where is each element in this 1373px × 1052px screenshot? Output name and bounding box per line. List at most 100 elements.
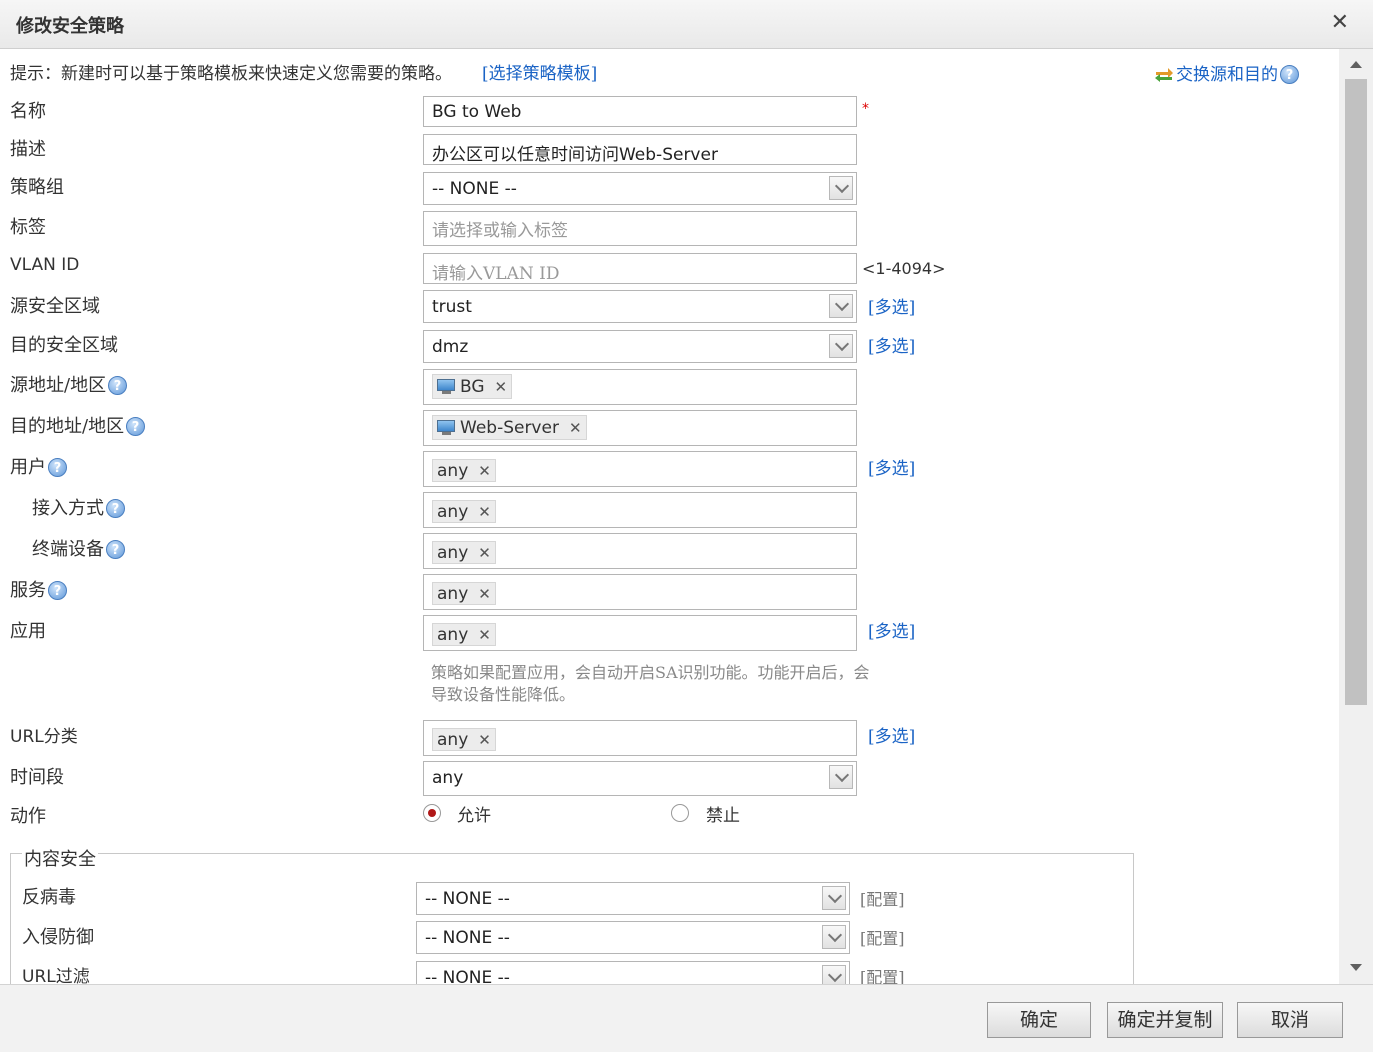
antivirus-value: -- NONE -- [425,889,510,909]
dst-addr-tag: Web-Server ✕ [432,415,587,440]
dialog-content: 提示：新建时可以基于策略模板来快速定义您需要的策略。 [选择策略模板] 交换源和… [0,49,1338,984]
swap-label: 交换源和目的 [1176,65,1278,85]
scroll-down-icon[interactable] [1350,964,1362,971]
src-zone-select[interactable]: trust [423,290,857,323]
deny-radio[interactable] [671,804,689,822]
src-zone-label: 源安全区域 [10,296,100,317]
user-label: 用户? [10,453,67,479]
url-cat-tag-text: any [437,730,469,750]
close-icon[interactable]: ✕ [1331,10,1349,35]
antivirus-config-link[interactable]: [配置] [860,886,905,910]
access-input[interactable]: any ✕ [423,492,857,528]
src-addr-input[interactable]: BG ✕ [423,369,857,405]
device-label-text: 终端设备 [32,539,104,560]
src-addr-label: 源地址/地区? [10,371,128,397]
remove-tag-icon[interactable]: ✕ [478,626,491,644]
vlan-input[interactable]: 请输入VLAN ID [423,253,857,284]
src-addr-tag-text: BG [460,377,485,397]
remove-tag-icon[interactable]: ✕ [478,462,491,480]
name-input[interactable]: BG to Web [423,96,857,127]
help-icon[interactable]: ? [106,499,125,518]
ok-button[interactable]: 确定 [987,1002,1091,1038]
allow-radio[interactable] [423,804,441,822]
help-icon[interactable]: ? [126,417,146,436]
src-addr-tag: BG ✕ [432,374,513,399]
chevron-down-icon[interactable] [829,765,853,789]
url-filter-config-link[interactable]: [配置] [860,964,905,984]
desc-input[interactable]: 办公区可以任意时间访问Web-Server [423,134,857,165]
remove-tag-icon[interactable]: ✕ [478,731,491,749]
url-filter-select[interactable]: -- NONE -- [416,961,850,984]
help-icon[interactable]: ? [48,458,67,477]
url-cat-input[interactable]: any ✕ [423,720,857,756]
device-input[interactable]: any ✕ [423,533,857,569]
swap-src-dst-link[interactable]: 交换源和目的? [1154,60,1299,85]
computer-icon [437,379,457,394]
antivirus-select[interactable]: -- NONE -- [416,882,850,915]
group-value: -- NONE -- [432,179,517,199]
service-input[interactable]: any ✕ [423,574,857,610]
dst-addr-label-text: 目的地址/地区 [10,416,125,437]
group-select[interactable]: -- NONE -- [423,172,857,205]
action-label: 动作 [10,806,46,827]
device-tag-text: any [437,543,469,563]
desc-value: 办公区可以任意时间访问Web-Server [432,145,718,165]
help-icon[interactable]: ? [48,581,67,600]
scrollbar-thumb[interactable] [1345,79,1367,705]
user-label-text: 用户 [10,457,46,478]
user-multi-link[interactable]: [多选] [868,454,915,479]
help-icon[interactable]: ? [108,376,128,395]
scroll-up-icon[interactable] [1350,61,1362,68]
swap-icon [1154,66,1174,82]
remove-tag-icon[interactable]: ✕ [495,378,508,396]
src-zone-value: trust [432,297,472,317]
chevron-down-icon[interactable] [822,886,846,910]
remove-tag-icon[interactable]: ✕ [478,585,491,603]
tag-placeholder: 请选择或输入标签 [432,221,568,241]
dst-zone-value: dmz [432,337,469,357]
chevron-down-icon[interactable] [822,965,846,984]
time-label: 时间段 [10,767,64,788]
app-multi-link[interactable]: [多选] [868,617,915,642]
user-tag-text: any [437,461,469,481]
time-value: any [432,768,464,788]
remove-tag-icon[interactable]: ✕ [478,544,491,562]
group-label: 策略组 [10,177,64,198]
chevron-down-icon[interactable] [829,334,853,358]
url-filter-label: URL过滤 [22,967,90,984]
ips-config-link[interactable]: [配置] [860,925,905,949]
dst-zone-multi-link[interactable]: [多选] [868,332,915,357]
dst-zone-select[interactable]: dmz [423,330,857,363]
remove-tag-icon[interactable]: ✕ [478,503,491,521]
remove-tag-icon[interactable]: ✕ [569,419,582,437]
device-tag: any ✕ [432,541,496,564]
help-icon[interactable]: ? [106,540,125,559]
desc-label: 描述 [10,139,46,160]
url-cat-tag: any ✕ [432,728,496,751]
vertical-scrollbar[interactable] [1339,49,1373,984]
time-select[interactable]: any [423,761,857,796]
select-template-link[interactable]: [选择策略模板] [482,59,597,84]
cancel-button[interactable]: 取消 [1237,1002,1343,1038]
vlan-placeholder: 请输入VLAN ID [432,264,560,284]
url-filter-value: -- NONE -- [425,968,510,984]
chevron-down-icon[interactable] [829,294,853,318]
chevron-down-icon[interactable] [829,176,853,200]
help-icon[interactable]: ? [1280,65,1299,84]
access-label-text: 接入方式 [32,498,104,519]
ok-copy-button[interactable]: 确定并复制 [1107,1002,1223,1038]
app-tag: any ✕ [432,623,496,646]
src-zone-multi-link[interactable]: [多选] [868,293,915,318]
dialog-title: 修改安全策略 [16,16,124,37]
dialog-footer: 确定 确定并复制 取消 [0,984,1373,1052]
vlan-label: VLAN ID [10,255,80,275]
app-input[interactable]: any ✕ [423,615,857,651]
tag-input[interactable]: 请选择或输入标签 [423,211,857,246]
dst-addr-input[interactable]: Web-Server ✕ [423,410,857,446]
url-cat-multi-link[interactable]: [多选] [868,722,915,747]
deny-label: 禁止 [706,806,740,826]
ips-select[interactable]: -- NONE -- [416,921,850,954]
antivirus-label: 反病毒 [22,887,76,908]
user-input[interactable]: any ✕ [423,451,857,487]
chevron-down-icon[interactable] [822,925,846,949]
